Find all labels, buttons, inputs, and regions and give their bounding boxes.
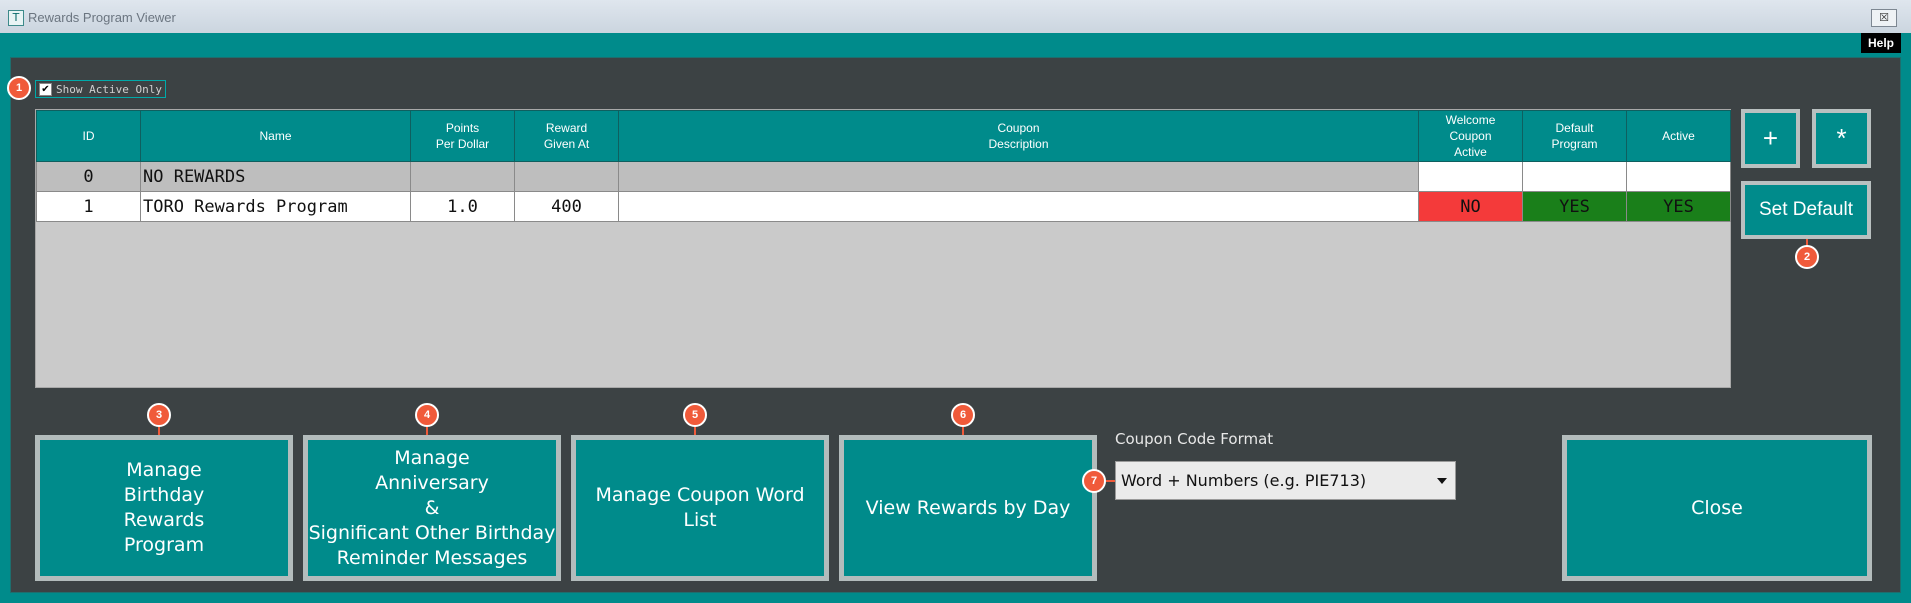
header-coupon-description[interactable]: Coupon Description <box>618 110 1419 162</box>
view-rewards-by-day-button[interactable]: View Rewards by Day <box>839 435 1097 581</box>
rewards-table: ID Name Points Per Dollar Reward Given A… <box>36 110 1731 222</box>
chevron-down-icon[interactable] <box>1437 478 1447 484</box>
annotation-marker-7: 7 <box>1082 469 1106 493</box>
show-active-only-label: Show Active Only <box>56 82 162 96</box>
header-reward-given-at[interactable]: Reward Given At <box>514 110 619 162</box>
cell-coupon <box>618 161 1419 192</box>
close-button[interactable]: Close <box>1562 435 1872 581</box>
manage-coupon-word-list-button[interactable]: Manage Coupon Word List <box>571 435 829 581</box>
checkbox-check-icon[interactable]: ✔ <box>39 82 52 96</box>
header-name[interactable]: Name <box>140 110 411 162</box>
cell-reward <box>514 161 619 192</box>
cell-id: 0 <box>36 161 141 192</box>
cell-name: TORO Rewards Program <box>140 191 411 222</box>
help-button[interactable]: Help <box>1861 33 1901 53</box>
coupon-code-format-select[interactable]: Word + Numbers (e.g. PIE713) <box>1115 461 1456 500</box>
main-panel: 1 ✔ Show Active Only ID Name Points Per … <box>7 57 1901 593</box>
window-title: Rewards Program Viewer <box>28 10 176 25</box>
cell-active <box>1626 161 1731 192</box>
cell-points <box>410 161 515 192</box>
manage-anniversary-messages-button[interactable]: Manage Anniversary & Significant Other B… <box>303 435 561 581</box>
cell-coupon <box>618 191 1419 222</box>
cell-reward: 400 <box>514 191 619 222</box>
manage-birthday-rewards-button[interactable]: Manage Birthday Rewards Program <box>35 435 293 581</box>
cell-points: 1.0 <box>410 191 515 222</box>
set-default-button[interactable]: Set Default <box>1741 181 1871 239</box>
header-points-per-dollar[interactable]: Points Per Dollar <box>410 110 515 162</box>
add-program-button[interactable]: + <box>1741 109 1800 168</box>
annotation-marker-2: 2 <box>1795 245 1819 269</box>
annotation-marker-6: 6 <box>951 403 975 427</box>
cell-welcome: NO <box>1418 191 1523 222</box>
app-icon: T <box>8 10 24 26</box>
cell-default <box>1522 161 1627 192</box>
table-row[interactable]: 1 TORO Rewards Program 1.0 400 NO YES YE… <box>36 191 1731 222</box>
rewards-grid[interactable]: ID Name Points Per Dollar Reward Given A… <box>35 109 1731 388</box>
annotation-marker-1: 1 <box>7 76 31 100</box>
annotation-marker-5: 5 <box>683 403 707 427</box>
header-active[interactable]: Active <box>1626 110 1731 162</box>
show-active-only-checkbox[interactable]: ✔ Show Active Only <box>35 80 166 98</box>
annotation-marker-3: 3 <box>147 403 171 427</box>
coupon-code-format-label: Coupon Code Format <box>1115 430 1274 448</box>
header-welcome-coupon-active[interactable]: Welcome Coupon Active <box>1418 110 1523 162</box>
cell-default: YES <box>1522 191 1627 222</box>
header-id[interactable]: ID <box>36 110 141 162</box>
window-frame: Help 1 ✔ Show Active Only ID Name Points… <box>0 33 1911 603</box>
cell-name: NO REWARDS <box>140 161 411 192</box>
star-button[interactable]: * <box>1812 109 1871 168</box>
coupon-code-format-value: Word + Numbers (e.g. PIE713) <box>1121 471 1367 490</box>
cell-active: YES <box>1626 191 1731 222</box>
annotation-marker-4: 4 <box>415 403 439 427</box>
title-bar: T Rewards Program Viewer ☒ <box>0 0 1911 34</box>
window-close-button[interactable]: ☒ <box>1871 9 1897 27</box>
table-header-row: ID Name Points Per Dollar Reward Given A… <box>36 110 1731 162</box>
header-default-program[interactable]: Default Program <box>1522 110 1627 162</box>
cell-welcome <box>1418 161 1523 192</box>
cell-id: 1 <box>36 191 141 222</box>
table-row[interactable]: 0 NO REWARDS <box>36 161 1731 192</box>
